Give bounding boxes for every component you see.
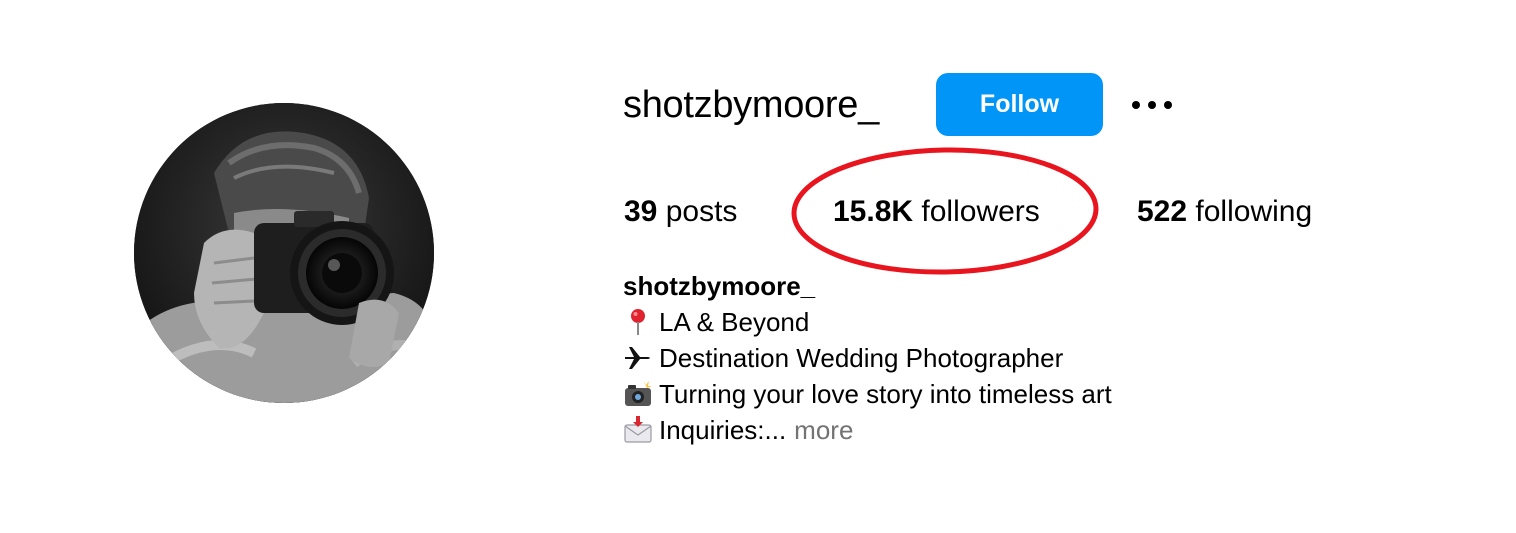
envelope-arrow-icon <box>623 415 653 445</box>
profile-username: shotzbymoore_ <box>623 84 879 126</box>
posts-stat: 39 posts <box>624 189 737 235</box>
follow-button[interactable]: Follow <box>936 73 1103 136</box>
round-pushpin-icon <box>623 307 653 337</box>
following-count: 522 <box>1137 195 1188 228</box>
posts-count: 39 <box>624 195 658 228</box>
bio-line-location: LA & Beyond <box>623 304 1112 340</box>
followers-stat[interactable]: 15.8K followers <box>833 189 1040 235</box>
bio-line-text: Inquiries:... <box>659 415 787 445</box>
bio-line-text: Destination Wedding Photographer <box>659 343 1064 373</box>
more-horizontal-icon <box>1132 101 1172 109</box>
bio-line-occupation: Destination Wedding Photographer <box>623 340 1112 376</box>
airplane-icon <box>623 343 653 373</box>
followers-label: followers <box>921 195 1040 228</box>
posts-label: posts <box>665 195 738 228</box>
following-stat[interactable]: 522 following <box>1137 189 1312 235</box>
more-options-button[interactable] <box>1126 93 1178 117</box>
bio-more-link[interactable]: more <box>794 412 853 448</box>
following-label: following <box>1195 195 1313 228</box>
bio-display-name: shotzbymoore_ <box>623 271 816 301</box>
bio-line-inquiries: Inquiries:... more <box>623 412 1112 448</box>
bio-line-text: LA & Beyond <box>659 307 810 337</box>
profile-avatar[interactable] <box>134 103 434 403</box>
photographer-avatar-image <box>134 103 434 403</box>
profile-bio: shotzbymoore_ LA & Beyond Destination We… <box>623 268 1112 448</box>
followers-count: 15.8K <box>833 195 914 228</box>
camera-flash-icon <box>623 379 653 409</box>
bio-line-tagline: Turning your love story into timeless ar… <box>623 376 1112 412</box>
bio-line-text: Turning your love story into timeless ar… <box>659 379 1112 409</box>
